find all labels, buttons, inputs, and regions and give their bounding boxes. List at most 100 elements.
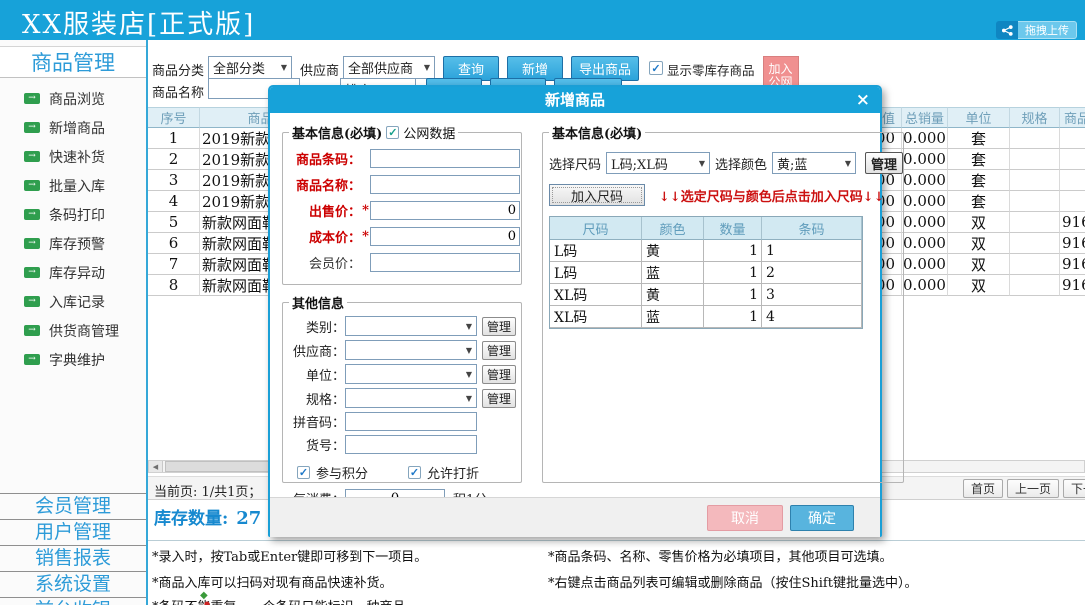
sidebar-item-barcode-print[interactable]: →条码打印 (0, 200, 146, 229)
sidebar-item-stock-changes[interactable]: →库存异动 (0, 258, 146, 287)
category-value: 全部分类 (213, 58, 265, 77)
close-icon[interactable]: × (856, 87, 870, 113)
size-color-table: 尺码 颜色 数量 条码 L码 黄 1 1 L码 蓝 1 2 XL码 黄 1 3 … (549, 216, 863, 329)
manage-unit-button[interactable]: 管理 (482, 365, 516, 384)
cell-spec (1010, 212, 1060, 233)
cell-color[interactable]: 蓝 (642, 306, 704, 328)
zero-stock-checkbox[interactable]: ✓ (649, 61, 663, 75)
chevron-down-icon: ▼ (466, 322, 472, 331)
cell-qty[interactable]: 1 (704, 284, 762, 306)
sidebar-item-member-mgmt[interactable]: 会员管理 (0, 493, 146, 519)
cell-index[interactable]: 3 (148, 170, 200, 191)
name-field-input[interactable] (370, 175, 520, 194)
manage-size-color-button[interactable]: 管理 (865, 152, 903, 174)
cell-size[interactable]: XL码 (550, 284, 642, 306)
supplier-field-select[interactable]: ▼ (345, 340, 477, 360)
cell-index[interactable]: 4 (148, 191, 200, 212)
spec-field-select[interactable]: ▼ (345, 388, 477, 408)
manage-category-button[interactable]: 管理 (482, 317, 516, 336)
cell-barcode: 916 (1060, 275, 1085, 296)
sidebar-item-quick-restock[interactable]: →快速补货 (0, 142, 146, 171)
cell-size[interactable]: L码 (550, 262, 642, 284)
category-field-select[interactable]: ▼ (345, 316, 477, 336)
next-page-button[interactable]: 下一页 (1063, 479, 1085, 498)
menu-arrow-icon: → (24, 354, 40, 365)
notes-divider (148, 540, 1085, 541)
basic-info-legend: 基本信息(必填) (292, 123, 382, 142)
menu-arrow-icon: → (24, 296, 40, 307)
add-size-button[interactable]: 加入尺码 (549, 184, 645, 206)
sidebar-item-stock-warning[interactable]: →库存预警 (0, 229, 146, 258)
pinyin-field-input[interactable] (345, 412, 477, 431)
sidebar-item-sales-report[interactable]: 销售报表 (0, 545, 146, 571)
color-select[interactable]: 黄;蓝 ▼ (772, 152, 856, 174)
cell-index[interactable]: 6 (148, 233, 200, 254)
cell-qty[interactable]: 1 (704, 262, 762, 284)
chevron-down-icon: ▼ (845, 159, 851, 168)
manage-supplier-button[interactable]: 管理 (482, 341, 516, 360)
first-page-button[interactable]: 首页 (963, 479, 1003, 498)
cell-barcode[interactable]: 3 (762, 284, 862, 306)
points-checkbox[interactable]: ✓ (297, 466, 310, 479)
size-select-value: L码;XL码 (611, 154, 668, 173)
dialog-title-bar[interactable]: 新增商品 × (270, 87, 880, 113)
prev-page-button[interactable]: 上一页 (1007, 479, 1059, 498)
cell-color[interactable]: 黄 (642, 240, 704, 262)
discount-checkbox[interactable]: ✓ (408, 466, 421, 479)
name-field-label: 商品名称： (285, 175, 361, 194)
cell-barcode[interactable]: 2 (762, 262, 862, 284)
chevron-down-icon: ▼ (699, 159, 705, 168)
sidebar-item-product-browse[interactable]: →商品浏览 (0, 84, 146, 113)
sidebar-item-supplier-mgmt[interactable]: →供货商管理 (0, 316, 146, 345)
sidebar-item-cashier[interactable]: 前台收银 (0, 597, 146, 605)
cursor-artifact-dot: ● (204, 600, 210, 605)
cell-qty[interactable]: 1 (704, 240, 762, 262)
zero-stock-label: 显示零库存商品 (667, 60, 755, 79)
cell-index[interactable]: 1 (148, 128, 200, 149)
cell-index[interactable]: 5 (148, 212, 200, 233)
cell-qty[interactable]: 1 (704, 306, 762, 328)
sidebar-item-system-settings[interactable]: 系统设置 (0, 571, 146, 597)
barcode-field-input[interactable] (370, 149, 520, 168)
pager-buttons: 首页 上一页 下一页 (963, 479, 1085, 498)
sidebar-item-add-product[interactable]: →新增商品 (0, 113, 146, 142)
supplier-select[interactable]: 全部供应商 ▼ (343, 56, 435, 79)
sidebar-item-dictionary[interactable]: →字典维护 (0, 345, 146, 374)
sidebar-item-user-mgmt[interactable]: 用户管理 (0, 519, 146, 545)
note-barcode-unique: *条码不能重复，一个条码只能标识一种商品。 (152, 596, 419, 605)
cell-index[interactable]: 8 (148, 275, 200, 296)
category-field-label: 类别： (285, 317, 345, 336)
ok-button[interactable]: 确定 (790, 505, 854, 531)
item-no-field-input[interactable] (345, 435, 477, 454)
public-data-checkbox[interactable]: ✓ (386, 126, 399, 139)
color-select-value: 黄;蓝 (777, 154, 807, 173)
sidebar-item-label: 入库记录 (49, 292, 105, 312)
sell-price-input[interactable] (370, 201, 520, 220)
category-select[interactable]: 全部分类 ▼ (208, 56, 292, 79)
scroll-left-arrow-icon[interactable]: ◀ (149, 461, 163, 472)
cell-size[interactable]: L码 (550, 240, 642, 262)
unit-field-select[interactable]: ▼ (345, 364, 477, 384)
sidebar-item-batch-inbound[interactable]: →批量入库 (0, 171, 146, 200)
drag-upload-label: 拖拽上传 (1018, 21, 1077, 39)
member-price-input[interactable] (370, 253, 520, 272)
cell-size[interactable]: XL码 (550, 306, 642, 328)
cell-index[interactable]: 7 (148, 254, 200, 275)
drag-upload-button[interactable]: 拖拽上传 (996, 21, 1077, 39)
cancel-button[interactable]: 取消 (707, 505, 783, 531)
size-select[interactable]: L码;XL码 ▼ (606, 152, 710, 174)
sidebar-item-inbound-records[interactable]: → 入库记录 (0, 287, 146, 316)
chevron-down-icon: ▼ (281, 63, 287, 72)
col-header-unit: 单位 (948, 107, 1010, 128)
cell-barcode[interactable]: 1 (762, 240, 862, 262)
cell-color[interactable]: 黄 (642, 284, 704, 306)
cost-price-input[interactable] (370, 227, 520, 246)
cell-sales: 0.000 (902, 128, 948, 149)
cell-index[interactable]: 2 (148, 149, 200, 170)
sidebar-item-label: 库存异动 (49, 263, 105, 283)
manage-spec-button[interactable]: 管理 (482, 389, 516, 408)
size-color-legend: 基本信息(必填) (552, 123, 642, 142)
cell-barcode[interactable]: 4 (762, 306, 862, 328)
cell-color[interactable]: 蓝 (642, 262, 704, 284)
supplier-field-label: 供应商： (285, 341, 345, 360)
